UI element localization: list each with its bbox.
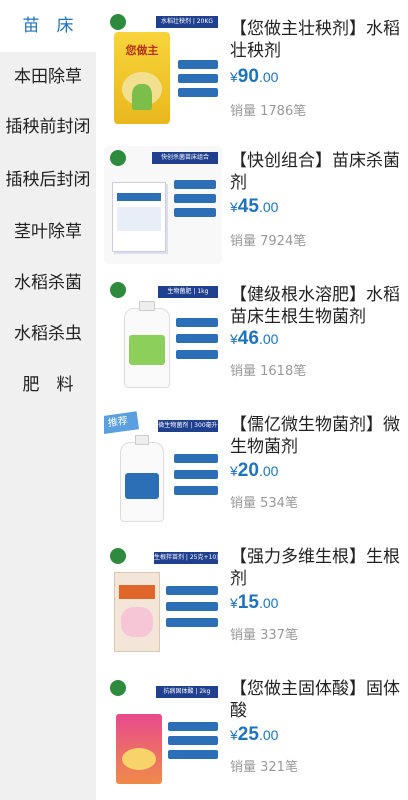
product-title[interactable]: 【快创组合】苗床杀菌剂 <box>230 150 402 194</box>
sales-count: 销量 321笔 <box>230 760 298 775</box>
pack-label: 生物菌肥 | 1kg <box>158 286 218 298</box>
product-list: 水稻壮秧剂 | 20KG 您做主 【您做主壮秧剂】水稻壮秧剂 ¥90.00 销量… <box>96 0 408 800</box>
price-integer: 46 <box>237 328 259 349</box>
currency-symbol: ¥ <box>230 69 238 85</box>
pack-label: 抗病固体酸 | 2kg <box>156 686 218 698</box>
product-image: 快创杀菌苗床组合 <box>104 146 222 264</box>
currency-symbol: ¥ <box>230 463 238 479</box>
price-integer: 20 <box>237 460 259 481</box>
product-card[interactable]: 微生物菌剂 | 300毫升 推荐 【儒亿微生物菌剂】微生物菌剂 ¥20.00 销… <box>96 404 408 534</box>
sidebar-item-label: 水稻杀菌 <box>14 273 82 293</box>
price-integer: 90 <box>237 66 259 87</box>
pack-brand: 您做主 <box>125 44 159 57</box>
price-decimal: .00 <box>258 199 279 215</box>
sidebar-item-label: 苗 床 <box>22 16 74 36</box>
product-price: ¥20.00 <box>230 460 278 482</box>
sales-count: 销量 534笔 <box>230 496 298 511</box>
price-decimal: .00 <box>258 463 279 479</box>
price-decimal: .00 <box>258 727 279 743</box>
currency-symbol: ¥ <box>230 331 238 347</box>
category-sidebar: 苗 床 本田除草 插秧前封闭 插秧后封闭 茎叶除草 水稻杀菌 水稻杀虫 肥 料 <box>0 0 96 800</box>
price-integer: 15 <box>237 592 259 613</box>
product-title[interactable]: 【您做主固体酸】固体酸 <box>230 678 402 722</box>
sidebar-item-fertilizer[interactable]: 肥 料 <box>0 360 96 410</box>
sidebar-item-paddy-weeding[interactable]: 本田除草 <box>0 52 96 102</box>
product-price: ¥90.00 <box>230 66 278 88</box>
sidebar-item-foliar-weeding[interactable]: 茎叶除草 <box>0 207 96 257</box>
product-image: 抗病固体酸 | 2kg <box>104 674 222 792</box>
product-price: ¥15.00 <box>230 592 278 614</box>
product-title[interactable]: 【健级根水溶肥】水稻苗床生根生物菌剂 <box>230 284 402 328</box>
sales-count: 销量 337笔 <box>230 628 298 643</box>
product-price: ¥46.00 <box>230 328 278 350</box>
pack-label: 微生物菌剂 | 300毫升 <box>158 420 218 432</box>
sidebar-item-pre-transplant-sealing[interactable]: 插秧前封闭 <box>0 102 96 152</box>
brand-logo-icon <box>110 680 126 696</box>
price-decimal: .00 <box>258 331 279 347</box>
product-title[interactable]: 【强力多维生根】生根剂 <box>230 546 402 590</box>
pack-label: 水稻壮秧剂 | 20KG <box>156 16 218 28</box>
product-card[interactable]: 生物菌肥 | 1kg 【健级根水溶肥】水稻苗床生根生物菌剂 ¥46.00 销量 … <box>96 272 408 402</box>
sidebar-item-label: 插秧后封闭 <box>5 170 91 190</box>
sidebar-item-seedbed[interactable]: 苗 床 <box>0 0 96 52</box>
product-card[interactable]: 快创杀菌苗床组合 【快创组合】苗床杀菌剂 ¥45.00 销量 7924笔 <box>96 140 408 270</box>
product-image: 生物菌肥 | 1kg <box>104 278 222 396</box>
product-card[interactable]: 抗病固体酸 | 2kg 【您做主固体酸】固体酸 ¥25.00 销量 321笔 <box>96 668 408 798</box>
sidebar-item-label: 本田除草 <box>14 67 82 87</box>
product-image: 水稻壮秧剂 | 20KG 您做主 <box>104 10 222 128</box>
price-integer: 25 <box>237 724 259 745</box>
sidebar-item-rice-fungicide[interactable]: 水稻杀菌 <box>0 258 96 308</box>
sidebar-item-label: 插秧前封闭 <box>5 117 91 137</box>
sidebar-item-label: 肥 料 <box>22 375 74 395</box>
product-card[interactable]: 生根拌苗剂 | 25克+10克 【强力多维生根】生根剂 ¥15.00 销量 33… <box>96 536 408 666</box>
product-image: 微生物菌剂 | 300毫升 推荐 <box>104 410 222 528</box>
currency-symbol: ¥ <box>230 727 238 743</box>
brand-logo-icon <box>110 282 126 298</box>
product-title[interactable]: 【您做主壮秧剂】水稻壮秧剂 <box>230 18 402 62</box>
package-bag: 您做主 <box>114 32 170 124</box>
pack-label: 生根拌苗剂 | 25克+10克 <box>154 552 222 564</box>
sales-count: 销量 7924笔 <box>230 234 307 249</box>
brand-logo-icon <box>110 548 126 564</box>
product-price: ¥45.00 <box>230 196 278 218</box>
sales-count: 销量 1618笔 <box>230 364 307 379</box>
price-decimal: .00 <box>258 595 279 611</box>
sidebar-item-post-transplant-sealing[interactable]: 插秧后封闭 <box>0 155 96 205</box>
product-title[interactable]: 【儒亿微生物菌剂】微生物菌剂 <box>230 414 402 458</box>
product-card[interactable]: 水稻壮秧剂 | 20KG 您做主 【您做主壮秧剂】水稻壮秧剂 ¥90.00 销量… <box>96 4 408 134</box>
sales-count: 销量 1786笔 <box>230 104 307 119</box>
price-decimal: .00 <box>258 69 279 85</box>
pack-label: 快创杀菌苗床组合 <box>152 152 218 164</box>
currency-symbol: ¥ <box>230 595 238 611</box>
sidebar-item-label: 水稻杀虫 <box>14 324 82 344</box>
brand-logo-icon <box>110 150 126 166</box>
product-image: 生根拌苗剂 | 25克+10克 <box>104 542 222 660</box>
sidebar-item-rice-insecticide[interactable]: 水稻杀虫 <box>0 309 96 359</box>
brand-logo-icon <box>110 14 126 30</box>
currency-symbol: ¥ <box>230 199 238 215</box>
price-integer: 45 <box>237 196 259 217</box>
sidebar-item-label: 茎叶除草 <box>14 222 82 242</box>
product-price: ¥25.00 <box>230 724 278 746</box>
